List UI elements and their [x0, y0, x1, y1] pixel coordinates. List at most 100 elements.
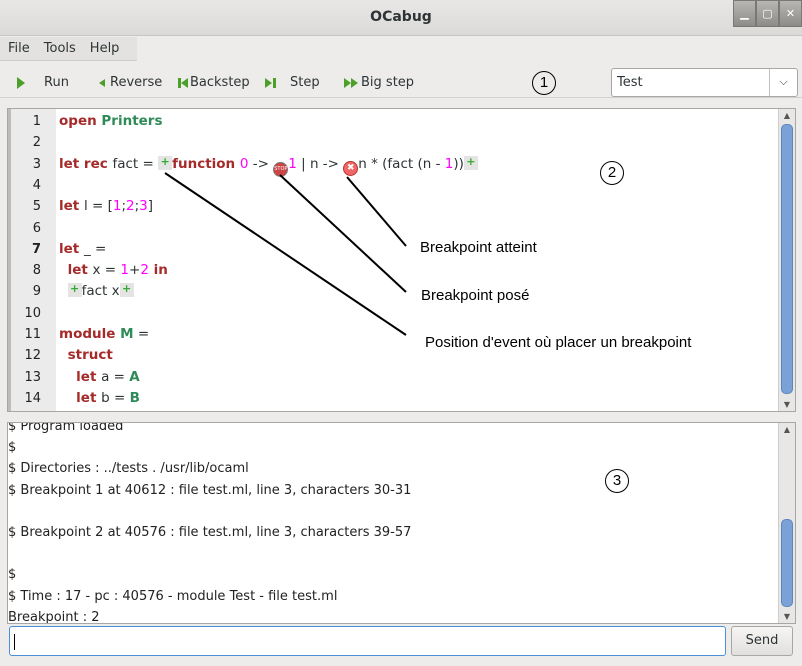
breakpoint-reached-icon[interactable]: ✖ [343, 160, 359, 176]
module-select[interactable]: Test ⌵ [611, 68, 798, 97]
module-select-value: Test [617, 75, 643, 90]
code-token: 1 [288, 155, 297, 172]
line-number: 9 [32, 284, 41, 300]
code-token: a = [101, 368, 130, 385]
line-number: 13 [24, 369, 41, 385]
backstep-button[interactable]: Backstep [178, 75, 250, 90]
code-token: fact x [81, 283, 120, 300]
reverse-icon [99, 78, 105, 87]
code-token: l = [ [83, 198, 113, 215]
line-number-gutter: 1 2 3 4 5 6 7 8 9 10 11 12 13 14 [8, 109, 56, 411]
reverse-button[interactable]: Reverse [98, 75, 162, 90]
menu-tools[interactable]: Tools [36, 37, 82, 60]
console-line: $ [8, 567, 17, 583]
editor-scroll-thumb[interactable] [781, 124, 793, 394]
code-token: 3 [139, 198, 148, 215]
code-token: ] [147, 198, 154, 215]
maximize-button[interactable]: ▢ [756, 0, 779, 27]
breakpoint-set-icon[interactable]: STOP [273, 161, 289, 177]
code-token: x = [92, 262, 121, 279]
scroll-up-icon[interactable]: ▲ [779, 425, 795, 434]
event-marker-icon[interactable]: + [119, 283, 134, 298]
event-marker-icon[interactable]: + [67, 283, 82, 298]
reverse-label: Reverse [110, 75, 163, 90]
code-token: 2 [126, 198, 135, 215]
command-input[interactable] [9, 626, 726, 656]
code-line: module M = [59, 326, 149, 342]
editor-scrollbar[interactable]: ▲ ▼ [778, 109, 795, 411]
chevron-down-icon[interactable]: ⌵ [769, 69, 797, 96]
console-line: Breakpoint : 2 [8, 609, 100, 624]
big-step-icon [344, 77, 358, 88]
code-token: Printers [101, 113, 163, 129]
console-line: $ Breakpoint 1 at 40612 : file test.ml, … [8, 482, 412, 498]
console-line: $ [8, 440, 17, 456]
send-button[interactable]: Send [731, 626, 793, 656]
console-line: $ Time : 17 - pc : 40576 - module Test -… [8, 588, 338, 604]
event-marker-icon[interactable]: + [463, 155, 478, 170]
minimize-button[interactable]: ▁ [733, 0, 756, 27]
line-number: 12 [24, 348, 41, 364]
code-line: let b = B [59, 390, 140, 406]
marker-1: 1 [532, 71, 556, 95]
line-number: 1 [32, 114, 41, 129]
code-token: open [59, 113, 102, 129]
code-token: fact = [112, 155, 159, 172]
play-icon [17, 76, 25, 89]
scroll-down-icon[interactable]: ▼ [779, 400, 795, 409]
title-bar: OCabug ▁ ▢ ✕ [0, 0, 802, 36]
big-step-button[interactable]: Big step [344, 75, 414, 90]
run-button[interactable]: Run [16, 75, 69, 90]
event-marker-icon[interactable]: + [158, 155, 173, 170]
window-title: OCabug [370, 9, 432, 25]
console-line: $ Breakpoint 2 at 40576 : file test.ml, … [8, 525, 412, 540]
big-step-label: Big step [361, 75, 415, 90]
code-token: let [76, 368, 102, 385]
line-number: 10 [24, 305, 41, 321]
code-token: let [59, 240, 84, 257]
code-token: in [148, 262, 168, 279]
close-button[interactable]: ✕ [779, 0, 802, 27]
code-line: open Printers [59, 113, 163, 129]
code-token: let [59, 198, 84, 215]
step-icon [265, 77, 276, 88]
code-line: let _ = [59, 241, 106, 257]
line-number: 2 [32, 135, 41, 151]
scroll-down-icon[interactable]: ▼ [779, 612, 795, 621]
code-token: A [129, 368, 140, 385]
line-number: 8 [32, 263, 41, 279]
code-token: M [120, 326, 134, 342]
code-token: module [59, 326, 121, 342]
console-scrollbar[interactable]: ▲ ▼ [778, 423, 795, 623]
backstep-icon [178, 77, 188, 88]
console-output: $ Program loaded $ $ Directories : ../test… [7, 422, 796, 624]
code-editor[interactable]: 1 2 3 4 5 6 7 8 9 10 11 12 13 14 open Printers let rec… [7, 108, 796, 412]
code-token: b = [101, 389, 130, 406]
step-button[interactable]: Step [265, 75, 320, 90]
menu-file[interactable]: File [0, 37, 36, 60]
code-token: let [67, 262, 93, 279]
marker-2: 2 [600, 161, 624, 185]
code-token: let [76, 389, 102, 406]
backstep-label: Backstep [190, 75, 250, 90]
console-scroll-thumb[interactable] [781, 519, 793, 607]
line-number: 14 [24, 390, 41, 406]
run-label: Run [44, 75, 69, 90]
code-token: -> [248, 155, 274, 172]
code-token: 1 [120, 262, 130, 279]
code-token: + [129, 262, 141, 279]
line-number: 5 [32, 199, 41, 215]
code-line: let a = A [59, 369, 140, 385]
code-token: struct [67, 347, 113, 364]
menu-help[interactable]: Help [82, 37, 126, 60]
marker-3: 3 [605, 469, 629, 493]
code-line: let l = [1;2;3] [59, 198, 153, 214]
code-token: 2 [140, 262, 149, 279]
code-line: let rec fact = + function 0 -> STOP1 | n … [59, 155, 478, 177]
menu-bar: File Tools Help [0, 37, 137, 61]
scroll-up-icon[interactable]: ▲ [779, 111, 795, 120]
